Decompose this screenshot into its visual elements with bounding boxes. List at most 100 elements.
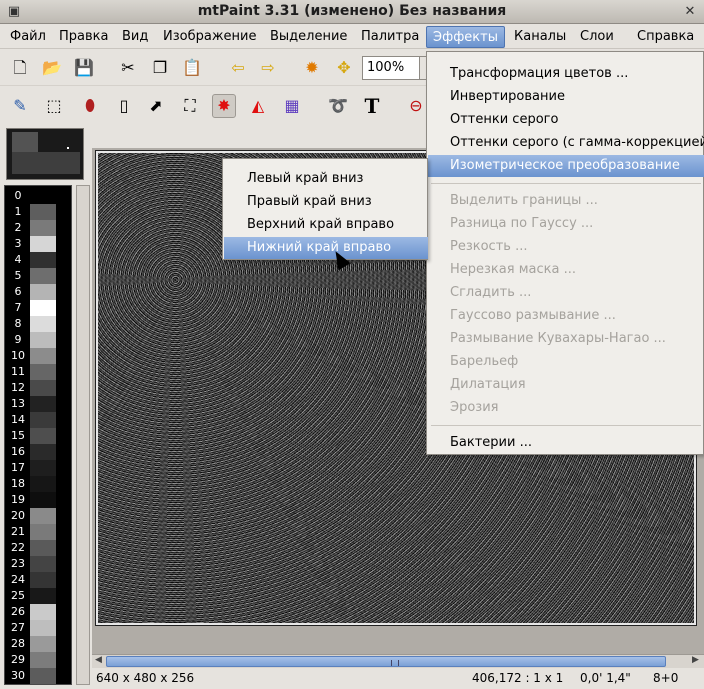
palette-swatch[interactable] — [30, 412, 56, 428]
lasso-icon[interactable]: ➰ — [326, 94, 350, 118]
palette-swatch[interactable] — [30, 476, 56, 492]
palette-entry[interactable]: 23 — [5, 556, 71, 572]
palette-swatch[interactable] — [30, 364, 56, 380]
menu-effects[interactable]: Эффекты — [426, 26, 505, 48]
palette-swatch[interactable] — [30, 252, 56, 268]
close-icon[interactable]: ✕ — [682, 4, 698, 20]
palette-entry[interactable]: 1 — [5, 204, 71, 220]
palette-swatch[interactable] — [30, 396, 56, 412]
palette-entry[interactable]: 26 — [5, 604, 71, 620]
palette-swatch[interactable] — [30, 428, 56, 444]
palette-swatch[interactable] — [30, 652, 56, 668]
menu-item-gaussian-blur[interactable]: Гауссово размывание ... — [428, 305, 704, 327]
copy-icon[interactable]: ❐ — [148, 56, 172, 80]
menu-edit[interactable]: Правка — [59, 29, 108, 44]
cut-icon[interactable]: ✂ — [116, 56, 140, 80]
menu-view[interactable]: Вид — [122, 29, 148, 44]
palette-swatch[interactable] — [30, 220, 56, 236]
palette-entry[interactable]: 24 — [5, 572, 71, 588]
select-icon[interactable]: ⬚ — [42, 94, 66, 118]
menu-selection[interactable]: Выделение — [270, 29, 347, 44]
palette-swatch[interactable] — [30, 492, 56, 508]
palette-entry[interactable]: 18 — [5, 476, 71, 492]
palette-entry[interactable]: 12 — [5, 380, 71, 396]
menu-item-dog[interactable]: Разница по Гауссу ... — [428, 213, 704, 235]
palette-entry[interactable]: 30 — [5, 668, 71, 684]
palette-entry[interactable]: 17 — [5, 460, 71, 476]
palette-entry[interactable]: 10 — [5, 348, 71, 364]
horizontal-scrollbar[interactable]: ◀ ▶ — [92, 654, 704, 668]
open-folder-icon[interactable]: 📂 — [40, 56, 64, 80]
palette-entry[interactable]: 13 — [5, 396, 71, 412]
palette-entry[interactable]: 16 — [5, 444, 71, 460]
menu-item-unsharp-mask[interactable]: Нерезкая маска ... — [428, 259, 704, 281]
palette-swatch[interactable] — [30, 604, 56, 620]
palette-entry[interactable]: 14 — [5, 412, 71, 428]
palette-list[interactable]: 0 1 2 3 4 5 6 7 8 9 10 11 12 13 14 15 16 17 18 19 20 21 22 23 24… — [4, 185, 72, 685]
secondary-color-swatch[interactable] — [12, 152, 80, 174]
palette-entry[interactable]: 27 — [5, 620, 71, 636]
brightness-icon[interactable]: ✹ — [300, 56, 324, 80]
fill-icon[interactable]: ⬮ — [78, 94, 102, 118]
palette-swatch[interactable] — [30, 236, 56, 252]
undo-icon[interactable]: ⇦ — [226, 56, 250, 80]
color-pick-icon[interactable]: ◭ — [246, 94, 270, 118]
palette-entry[interactable]: 25 — [5, 588, 71, 604]
menu-item-edge-detect[interactable]: Выделить границы ... — [428, 190, 704, 212]
menu-item-kuwahara[interactable]: Размывание Кувахары-Нагао ... — [428, 328, 704, 350]
menu-file[interactable]: Файл — [10, 29, 46, 44]
palette-swatch[interactable] — [30, 332, 56, 348]
palette-swatch[interactable] — [30, 588, 56, 604]
palette-entry[interactable]: 7 — [5, 300, 71, 316]
palette-swatch[interactable] — [30, 204, 56, 220]
submenu-item-left-down[interactable]: Левый край вниз — [224, 168, 428, 190]
menu-item-invert[interactable]: Инвертирование — [428, 86, 704, 108]
primary-color-swatch[interactable] — [12, 132, 38, 152]
new-file-icon[interactable]: 🗋 — [8, 56, 32, 80]
gradient-icon[interactable]: ▦ — [280, 94, 304, 118]
palette-entry[interactable]: 11 — [5, 364, 71, 380]
palette-entry[interactable]: 2 — [5, 220, 71, 236]
redo-icon[interactable]: ⇨ — [256, 56, 280, 80]
palette-entry[interactable]: 22 — [5, 540, 71, 556]
save-icon[interactable]: 💾 — [72, 56, 96, 80]
palette-entry[interactable]: 5 — [5, 268, 71, 284]
menu-image[interactable]: Изображение — [163, 29, 256, 44]
palette-entry[interactable]: 28 — [5, 636, 71, 652]
smudge-icon[interactable]: ✸ — [212, 94, 236, 118]
menu-item-sharpen[interactable]: Резкость ... — [428, 236, 704, 258]
menu-help[interactable]: Справка — [637, 29, 694, 44]
palette-entry[interactable]: 15 — [5, 428, 71, 444]
menu-item-color-transform[interactable]: Трансформация цветов ... — [428, 63, 704, 85]
palette-swatch[interactable] — [30, 284, 56, 300]
menu-item-bacteria[interactable]: Бактерии ... — [428, 432, 704, 454]
scroll-left-icon[interactable]: ◀ — [95, 655, 102, 665]
palette-swatch[interactable] — [30, 572, 56, 588]
menu-item-greyscale[interactable]: Оттенки серого — [428, 109, 704, 131]
palette-swatch[interactable] — [30, 460, 56, 476]
scroll-right-icon[interactable]: ▶ — [692, 655, 699, 665]
palette-scrollbar[interactable] — [76, 185, 90, 685]
palette-entry[interactable]: 8 — [5, 316, 71, 332]
menu-item-erode[interactable]: Эрозия — [428, 397, 704, 419]
palette-swatch[interactable] — [30, 380, 56, 396]
palette-swatch[interactable] — [30, 268, 56, 284]
submenu-item-bottom-right[interactable]: Нижний край вправо — [224, 237, 428, 259]
palette-swatch[interactable] — [30, 508, 56, 524]
menu-item-dilate[interactable]: Дилатация — [428, 374, 704, 396]
palette-swatch[interactable] — [30, 636, 56, 652]
palette-swatch[interactable] — [30, 556, 56, 572]
paste-icon[interactable]: 📋 — [180, 56, 204, 80]
palette-entry[interactable]: 21 — [5, 524, 71, 540]
menu-item-greyscale-gamma[interactable]: Оттенки серого (с гамма-коррекцией) — [428, 132, 704, 154]
palette-entry[interactable]: 29 — [5, 652, 71, 668]
menu-channels[interactable]: Каналы — [514, 29, 566, 44]
palette-swatch[interactable] — [30, 668, 56, 684]
ruler-icon[interactable]: ▯ — [112, 94, 136, 118]
zoom-input[interactable]: 100% — [362, 56, 420, 80]
move-icon[interactable]: ✥ — [332, 56, 356, 80]
menu-palette[interactable]: Палитра — [361, 29, 419, 44]
submenu-item-top-right[interactable]: Верхний край вправо — [224, 214, 428, 236]
flip-icon[interactable]: ⊖ — [404, 94, 428, 118]
text-icon[interactable]: T — [360, 94, 384, 118]
